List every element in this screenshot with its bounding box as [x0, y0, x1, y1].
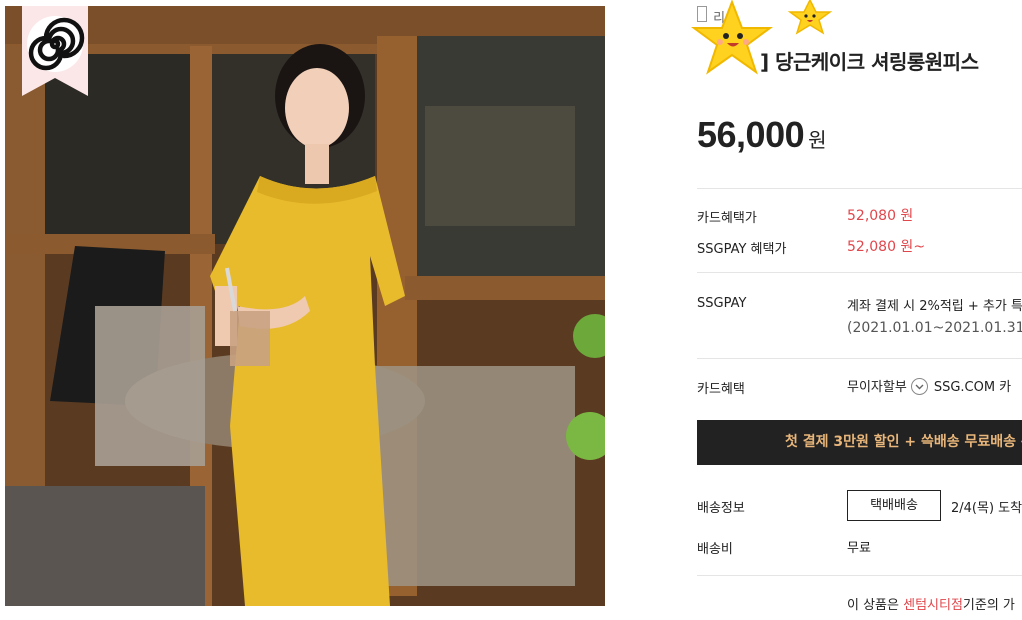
ssgpay-benefit-period: (2021.01.01~2021.01.31) [847, 320, 1022, 336]
card-benefit-row: 무이자할부 SSG.COM 카 [847, 376, 1011, 396]
divider [697, 272, 1022, 273]
product-title: ] 당근케이크 셔링롱원피스 [760, 50, 979, 74]
shipping-info-label: 배송정보 [697, 501, 745, 516]
divider [697, 575, 1022, 576]
ssgpay-price-label: SSGPAY 혜택가 [697, 242, 787, 257]
price-unit: 원 [808, 128, 827, 152]
card-benefit-label: 카드혜택 [697, 382, 745, 397]
brand-logo [22, 6, 88, 96]
installment-label: 무이자할부 [847, 380, 907, 395]
ssgpay-benefit-text: 계좌 결제 시 2%적립 + 추가 특 [847, 299, 1022, 314]
ssgpay-price-value[interactable]: 52,080 원~ [847, 236, 925, 256]
star-stickers [680, 0, 840, 90]
promo-banner[interactable]: 첫 결제 3만원 할인 + 쓱배송 무료배송 쿠 [697, 420, 1022, 465]
product-price: 56,000 원 [697, 114, 827, 156]
spiral-icon [22, 6, 88, 96]
chevron-down-icon[interactable] [910, 378, 928, 395]
card-price-label: 카드혜택가 [697, 211, 757, 226]
notice-store-link[interactable]: 센텀시티점 [903, 598, 963, 613]
shipping-fee-label: 배송비 [697, 542, 733, 557]
divider [697, 188, 1022, 189]
shipping-method-button[interactable]: 택배배송 [847, 490, 941, 521]
store-notice: 이 상품은 센텀시티점기준의 가 [847, 594, 1015, 613]
card-benefit-more[interactable]: SSG.COM 카 [934, 380, 1011, 395]
smiling-star-icon [690, 0, 833, 75]
card-price-value: 52,080 원 [847, 208, 914, 224]
ssgpay-label: SSGPAY [697, 296, 747, 311]
divider [697, 358, 1022, 359]
notice-prefix: 이 상품은 [847, 598, 904, 613]
shipping-eta: 2/4(목) 도착 [951, 501, 1022, 516]
product-image[interactable] [5, 6, 605, 606]
price-amount: 56,000 [697, 114, 805, 155]
shipping-fee-value: 무료 [847, 541, 871, 556]
notice-suffix: 기준의 가 [962, 598, 1015, 613]
